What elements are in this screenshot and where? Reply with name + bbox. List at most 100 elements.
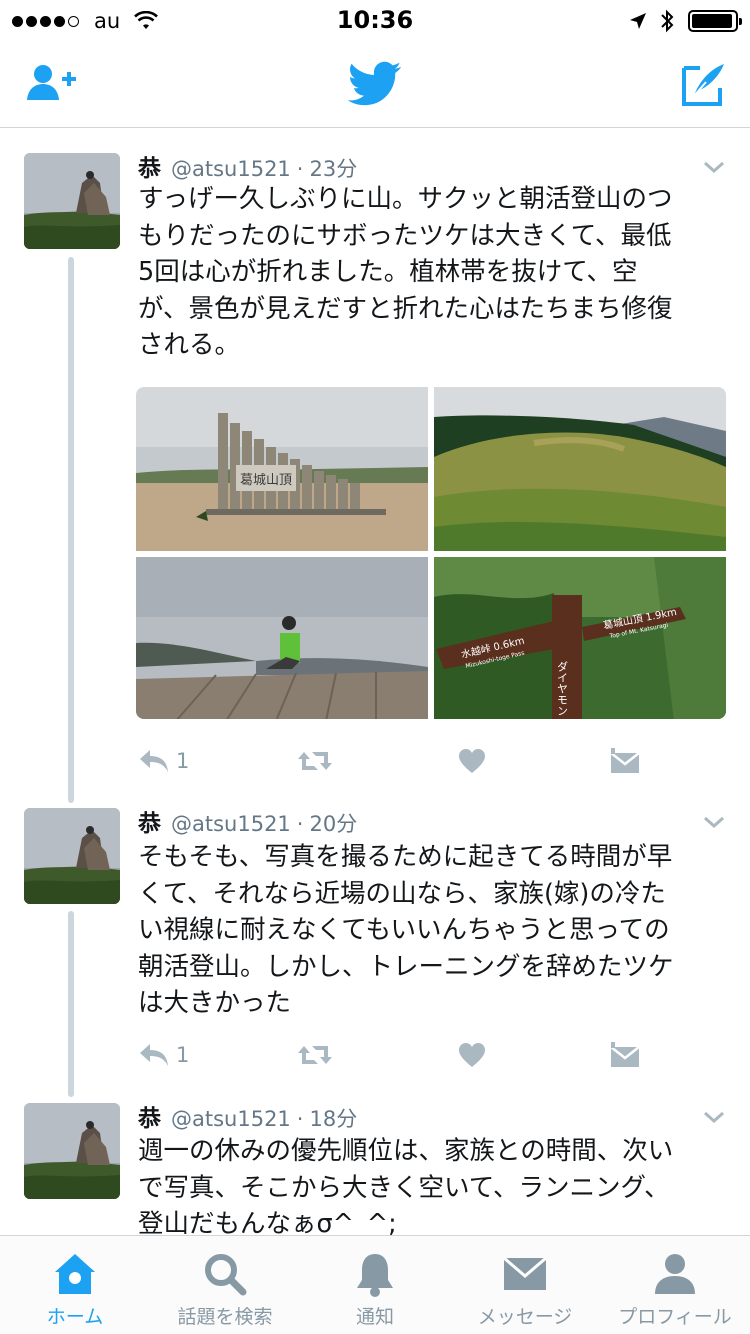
tab-search[interactable]: 話題を検索 — [150, 1236, 300, 1334]
retweet-button[interactable] — [296, 1035, 334, 1075]
tab-label: ホーム — [46, 1306, 104, 1328]
search-icon — [205, 1254, 247, 1296]
thread-line — [68, 911, 74, 1097]
bluetooth-icon — [661, 9, 674, 33]
user-handle[interactable]: @atsu1521 — [171, 1107, 291, 1131]
tweet-text: 週一の休みの優先順位は、家族との時間、次い で写真、そこから大きく空いて、ランニ… — [138, 1133, 728, 1235]
display-name[interactable]: 恭 — [138, 804, 161, 838]
battery-fill — [692, 14, 732, 28]
direct-message-button[interactable] — [610, 1035, 640, 1075]
photo-summit-sign[interactable]: 葛城山頂 — [136, 387, 428, 551]
home-icon — [55, 1254, 95, 1294]
separator: · — [296, 1107, 304, 1131]
tweet-text-line: は大きかった — [138, 988, 292, 1018]
avatar-image — [24, 153, 120, 249]
user-handle[interactable]: @atsu1521 — [171, 157, 291, 181]
retweet-icon — [298, 1046, 332, 1064]
reply-button[interactable]: 1 — [138, 1035, 189, 1075]
tweet-text-line: そもそも、写真を撮るために起きてる時間が早 — [138, 842, 673, 872]
reply-count: 1 — [176, 749, 190, 773]
status-bar: au 10:36 — [0, 0, 750, 40]
tweet-time: 18分 — [309, 1107, 358, 1131]
envelope-icon — [503, 1256, 547, 1290]
tweet-text-line: もりだったのにサボったツケは大きくて、最低 — [138, 220, 672, 251]
display-name[interactable]: 恭 — [138, 1099, 161, 1133]
display-name[interactable]: 恭 — [138, 149, 161, 183]
tweet-header: 恭 @atsu1521 · 23分 — [138, 149, 357, 183]
photo-green-hillside[interactable] — [434, 387, 726, 551]
reply-button[interactable]: 1 — [138, 741, 189, 781]
sign-text: 葛城山頂 — [240, 473, 292, 488]
avatar[interactable] — [24, 153, 120, 249]
tab-notifications[interactable]: 通知 — [300, 1236, 450, 1334]
tab-label: 話題を検索 — [177, 1306, 273, 1328]
tweet-text: そもそも、写真を撮るために起きてる時間が早 くて、それなら近場の山なら、家族(嫁… — [138, 839, 728, 1022]
tweet-text-line: で写真、そこから大きく空いて、ランニング、 — [138, 1172, 670, 1203]
tweet-text-line: 週一の休みの優先順位は、家族との時間、次い — [138, 1136, 674, 1166]
avatar[interactable] — [24, 1103, 120, 1199]
heart-icon — [459, 1043, 485, 1067]
tab-label: プロフィール — [618, 1306, 732, 1328]
tab-messages[interactable]: メッセージ — [450, 1236, 600, 1334]
twitter-bird-icon — [347, 61, 402, 106]
tweet-actions: 1 — [138, 741, 640, 781]
tweet-text-line: 5回は心が折れました。植林帯を抜けて、空 — [138, 257, 638, 287]
reply-icon — [140, 1044, 168, 1066]
bottom-tab-bar: ホーム 話題を検索 通知 メッセージ プロフィール — [0, 1235, 750, 1334]
avatar-image — [24, 1103, 120, 1199]
tab-profile[interactable]: プロフィール — [600, 1236, 750, 1334]
like-button[interactable] — [458, 1035, 486, 1075]
reply-icon — [140, 750, 168, 772]
compose-tweet-button[interactable] — [680, 60, 728, 108]
tweet-time: 20分 — [309, 812, 358, 836]
tweet-text-line: される。 — [138, 330, 241, 360]
avatar[interactable] — [24, 808, 120, 904]
tweet-time: 23分 — [309, 157, 358, 181]
tweet-text-line: 登山だもんなぁσ^_^; — [138, 1209, 397, 1235]
separator: · — [296, 812, 304, 836]
chevron-down-icon[interactable] — [702, 159, 726, 175]
tab-label: 通知 — [355, 1306, 394, 1328]
add-user-icon — [27, 65, 76, 100]
like-button[interactable] — [458, 741, 486, 781]
tweet-text-line: くて、それなら近場の山なら、家族(嫁)の冷た — [138, 878, 666, 909]
chevron-down-icon[interactable] — [702, 814, 726, 830]
tweet-text-line: 朝活登山。しかし、トレーニングを辞めたツケ — [138, 951, 674, 982]
thread-line — [68, 257, 74, 803]
tweet-text-line: い視線に耐えなくてもいいんちゃうと思っての — [138, 915, 670, 945]
person-icon — [655, 1254, 695, 1294]
tweet-actions: 1 — [138, 1035, 640, 1075]
compose-tweet-icon — [682, 64, 724, 106]
tweet-header: 恭 @atsu1521 · 20分 — [138, 804, 357, 838]
battery-icon — [688, 10, 742, 32]
retweet-button[interactable] — [296, 741, 334, 781]
tab-home[interactable]: ホーム — [0, 1236, 150, 1334]
top-nav-bar — [0, 40, 750, 128]
tweet[interactable]: 恭 @atsu1521 · 23分 すっげー久しぶりに山。サクッと朝活登山のつ … — [0, 129, 750, 803]
heart-icon — [459, 749, 485, 773]
tweet[interactable]: 恭 @atsu1521 · 20分 そもそも、写真を撮るために起きてる時間が早 … — [0, 799, 750, 1099]
tweet-text: すっげー久しぶりに山。サクッと朝活登山のつ もりだったのにサボったツケは大きくて… — [138, 181, 728, 364]
tweet-text-line: が、景色が見えだすと折れた心はたちまち修復 — [138, 293, 673, 324]
chevron-down-icon[interactable] — [702, 1109, 726, 1125]
envelope-share-icon — [610, 748, 640, 773]
avatar-image — [24, 808, 120, 904]
photo-trail-signpost[interactable]: 水越峠 0.6km Mizukoshi-toge Pass 葛城山頂 1.9km… — [434, 557, 726, 719]
media-grid: 葛城山頂 水越峠 0.6km Mizukoshi-toge Pass 葛城山頂 … — [136, 387, 726, 719]
signpost-vertical-text: ダイヤモン — [556, 661, 569, 716]
tweet-header: 恭 @atsu1521 · 18分 — [138, 1099, 357, 1133]
add-user-button[interactable] — [26, 62, 80, 106]
bell-icon — [357, 1254, 393, 1297]
tweet-text-line: すっげー久しぶりに山。サクッと朝活登山のつ — [138, 184, 673, 214]
user-handle[interactable]: @atsu1521 — [171, 812, 291, 836]
envelope-share-icon — [610, 1042, 640, 1067]
twitter-logo — [347, 60, 402, 108]
home-timeline[interactable]: 恭 @atsu1521 · 23分 すっげー久しぶりに山。サクッと朝活登山のつ … — [0, 129, 750, 1235]
status-icons — [628, 8, 742, 34]
retweet-icon — [298, 752, 332, 770]
tweet[interactable]: 恭 @atsu1521 · 18分 週一の休みの優先順位は、家族との時間、次い … — [0, 1099, 750, 1235]
reply-count: 1 — [176, 1043, 190, 1067]
direct-message-button[interactable] — [610, 741, 640, 781]
location-arrow-icon — [630, 13, 646, 29]
photo-person-on-deck[interactable] — [136, 557, 428, 719]
